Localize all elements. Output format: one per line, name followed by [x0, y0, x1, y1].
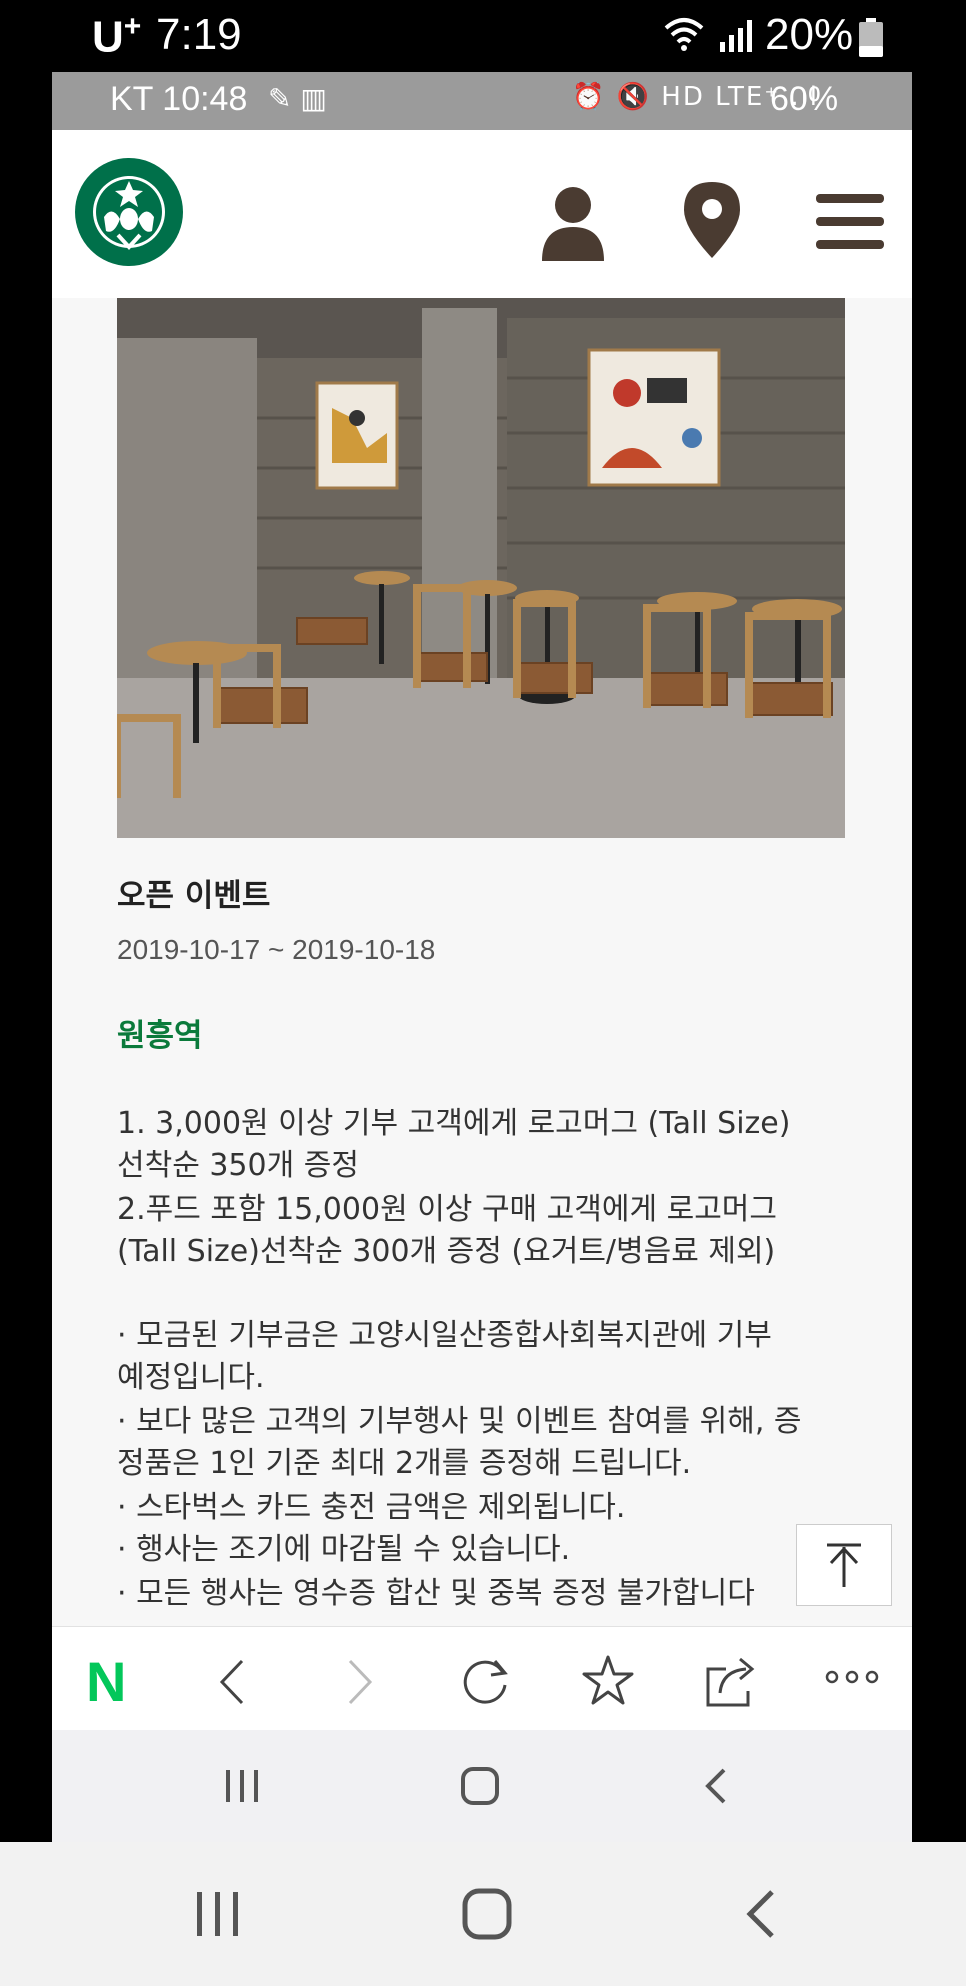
share-icon[interactable] — [702, 1651, 762, 1709]
notification-icons: ✎ ▥ — [268, 82, 327, 115]
event-detail-line: · 모금된 기부금은 고양시일산종합사회복지관에 기부 — [117, 1318, 772, 1353]
inner-status-bar: KT 10:48 ✎ ▥ ⏰ 🔇 HD LTE⁺ .ıl 60% — [52, 72, 912, 130]
recent-apps-icon[interactable] — [222, 1766, 262, 1806]
menu-icon[interactable] — [816, 192, 884, 252]
inner-carrier-time: KT 10:48 — [110, 80, 248, 118]
event-detail-line: 예정입니다. — [117, 1360, 265, 1395]
back-icon[interactable] — [212, 1657, 252, 1707]
naver-home-button[interactable]: N — [86, 1649, 126, 1714]
event-detail-line: 정품은 1인 기준 최대 2개를 증정해 드립니다. — [117, 1446, 692, 1481]
event-title: 오픈 이벤트 — [117, 878, 271, 914]
inner-battery-percent: 60% — [770, 80, 839, 118]
inner-screenshot: KT 10:48 ✎ ▥ ⏰ 🔇 HD LTE⁺ .ıl 60% 오픈 이벤트 … — [52, 72, 912, 1842]
event-detail-line: · 스타벅스 카드 충전 금액은 제외됩니다. — [117, 1490, 626, 1525]
arrow-up-icon — [827, 1543, 861, 1587]
event-detail-line: 선착순 350개 증정 — [117, 1148, 359, 1183]
signal-icon — [720, 20, 752, 52]
user-icon[interactable] — [540, 185, 606, 261]
more-options-icon[interactable] — [824, 1667, 880, 1687]
carrier-label: U+ — [92, 10, 142, 62]
refresh-icon[interactable] — [457, 1653, 513, 1709]
wifi-icon — [664, 18, 704, 51]
home-icon[interactable] — [460, 1766, 500, 1806]
system-nav-bar — [0, 1842, 966, 1986]
site-header — [52, 130, 912, 299]
event-detail-line: · 행사는 조기에 마감될 수 있습니다. — [117, 1532, 571, 1567]
event-content: 오픈 이벤트 2019-10-17 ~ 2019-10-18 원흥역 1. 3,… — [52, 298, 912, 1628]
event-detail-line: 2.푸드 포함 15,000원 이상 구매 고객에게 로고머그 — [117, 1192, 778, 1227]
bookmark-star-icon[interactable] — [580, 1653, 636, 1709]
store-name: 원흥역 — [117, 1018, 203, 1054]
event-detail-line: 1. 3,000원 이상 기부 고객에게 로고머그 (Tall Size) — [117, 1106, 791, 1141]
battery-percent: 20% — [765, 10, 854, 59]
home-icon[interactable] — [462, 1888, 512, 1940]
event-detail-line: · 보다 많은 고객의 기부행사 및 이벤트 참여를 위해, 증 — [117, 1404, 802, 1439]
back-nav-icon[interactable] — [702, 1766, 732, 1806]
event-detail-line: (Tall Size)선착순 300개 증정 (요거트/병음료 제외) — [117, 1234, 776, 1269]
back-nav-icon[interactable] — [744, 1888, 778, 1940]
outer-status-bar: U+ 7:19 20% — [0, 0, 966, 72]
forward-icon[interactable] — [340, 1657, 380, 1707]
event-dates: 2019-10-17 ~ 2019-10-18 — [117, 934, 436, 965]
browser-toolbar: N — [52, 1626, 912, 1731]
starbucks-logo[interactable] — [74, 157, 184, 267]
clock: 7:19 — [156, 10, 242, 59]
battery-icon — [859, 18, 883, 57]
store-interior-photo — [117, 298, 845, 838]
event-detail-line: · 모든 행사는 영수증 합산 및 중복 증정 불가합니다 — [117, 1576, 755, 1611]
inner-system-nav-bar — [52, 1730, 912, 1842]
location-pin-icon[interactable] — [682, 180, 742, 260]
recent-apps-icon[interactable] — [195, 1890, 241, 1938]
scroll-to-top-button[interactable] — [796, 1524, 892, 1606]
